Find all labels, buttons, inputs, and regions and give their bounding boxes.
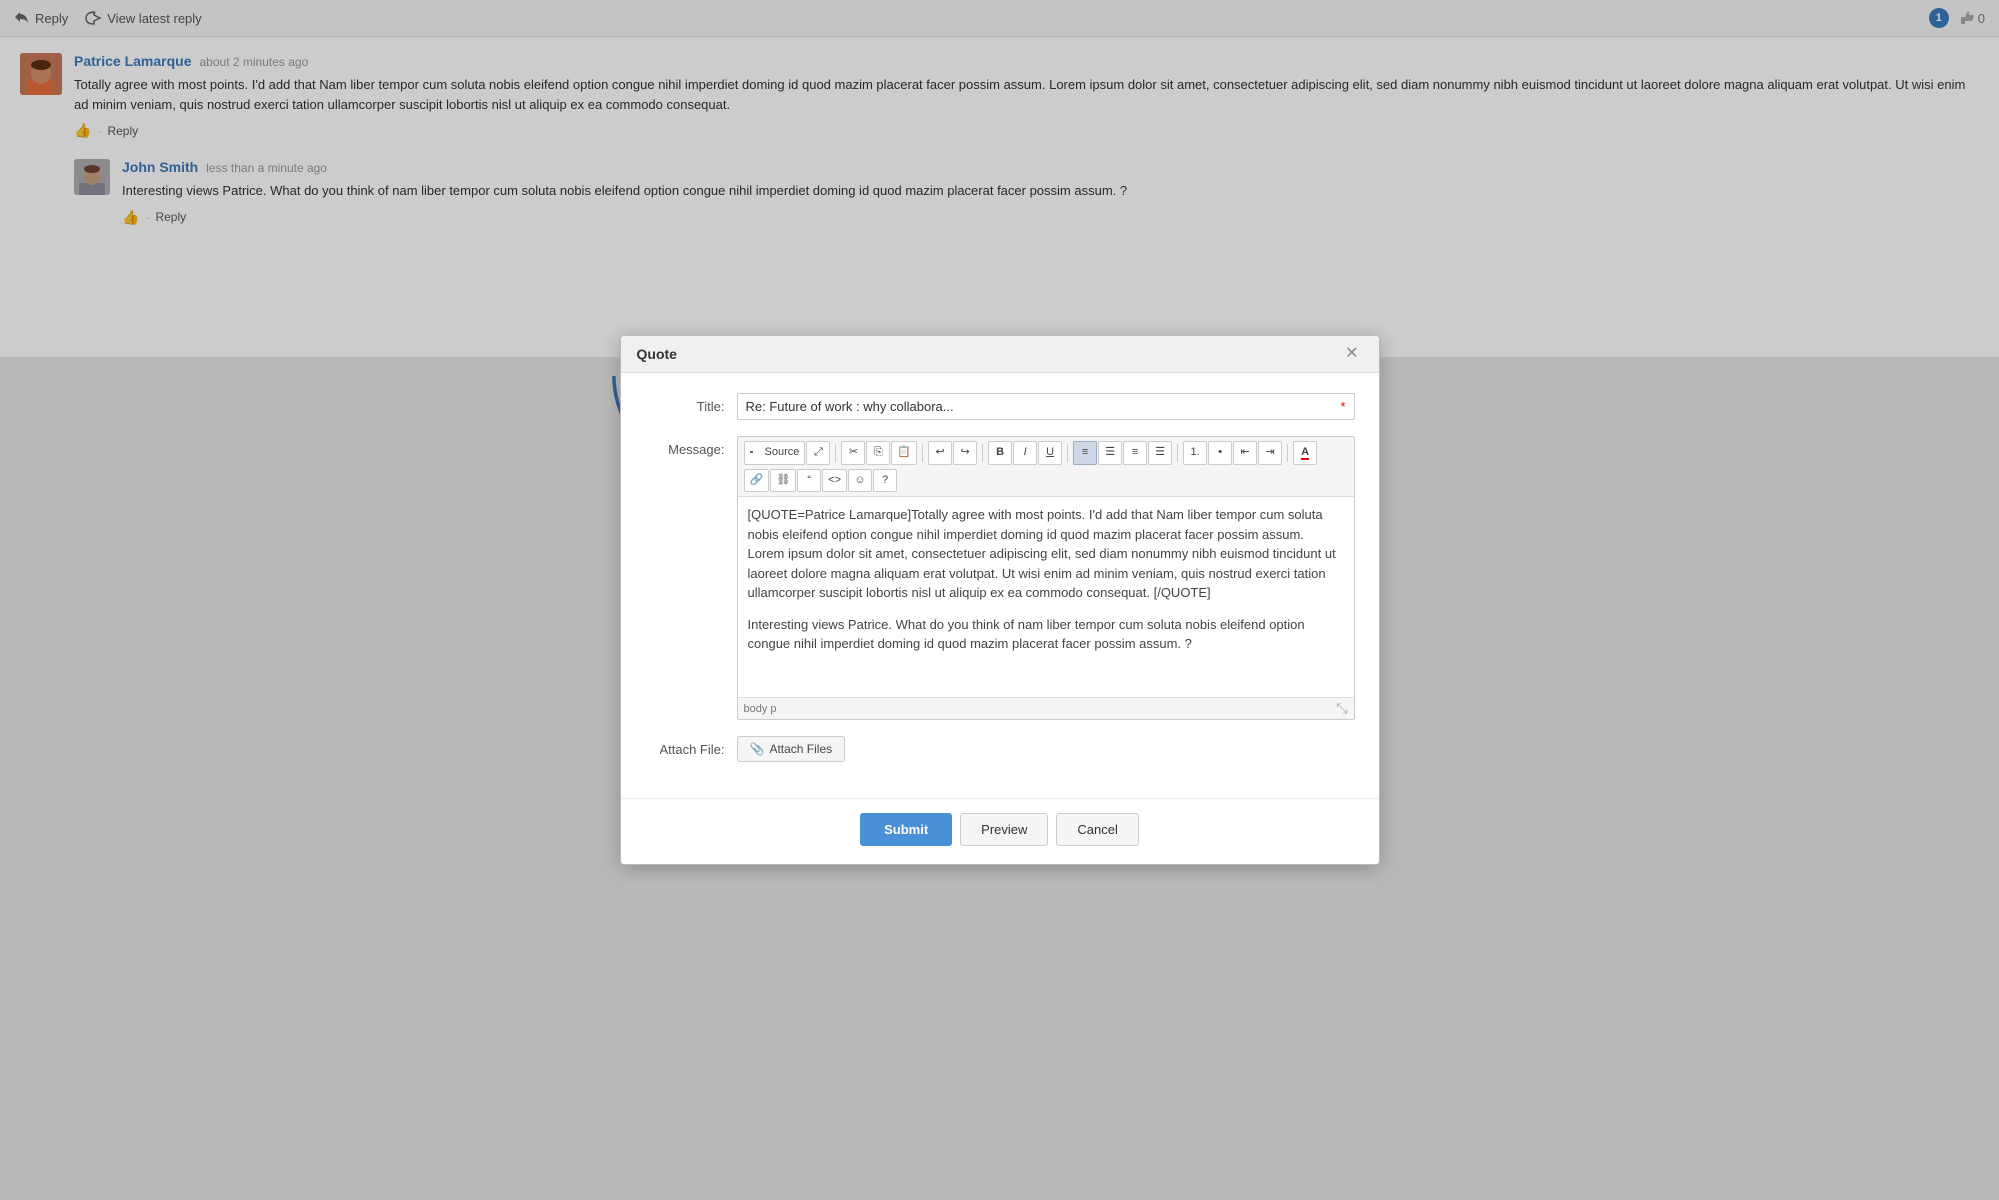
paste-btn[interactable]: 📋 xyxy=(891,441,917,465)
attach-btn-label: Attach Files xyxy=(769,742,832,756)
expand-btn[interactable]: ⤢ xyxy=(806,441,830,465)
toolbar-sep-5 xyxy=(1177,444,1178,462)
bold-btn[interactable]: B xyxy=(988,441,1012,465)
modal-body: Title: * Message: xyxy=(621,373,1379,798)
message-label: Message: xyxy=(645,436,725,457)
toolbar-sep-2 xyxy=(922,444,923,462)
resize-handle[interactable]: ⤡ xyxy=(1336,700,1347,717)
editor-wrap: Source ⤢ ✂ ⎘ 📋 xyxy=(737,436,1355,720)
attach-files-button[interactable]: 📎 Attach Files xyxy=(737,736,846,762)
toolbar-row-1: Source ⤢ ✂ ⎘ 📋 xyxy=(744,441,1348,465)
emoji-btn[interactable]: ☺ xyxy=(848,469,872,493)
toolbar-group-link: 🔗 ⛓ “ <> ☺ ? xyxy=(744,469,898,493)
editor-content-area[interactable]: [QUOTE=Patrice Lamarque]Totally agree wi… xyxy=(738,497,1354,697)
italic-btn[interactable]: I xyxy=(1013,441,1037,465)
editor-toolbar: Source ⤢ ✂ ⎘ 📋 xyxy=(738,437,1354,497)
quote-btn[interactable]: “ xyxy=(797,469,821,493)
indent-increase-btn[interactable]: ⇥ xyxy=(1258,441,1282,465)
indent-decrease-btn[interactable]: ⇤ xyxy=(1233,441,1257,465)
align-left-btn[interactable]: ≡ xyxy=(1073,441,1097,465)
modal-footer: Submit Preview Cancel xyxy=(621,798,1379,864)
help-btn[interactable]: ? xyxy=(873,469,897,493)
toolbar-row-2: 🔗 ⛓ “ <> ☺ ? xyxy=(744,469,1348,493)
submit-button[interactable]: Submit xyxy=(860,813,952,846)
redo-btn[interactable]: ↪ xyxy=(953,441,977,465)
undo-btn[interactable]: ↩ xyxy=(928,441,952,465)
unlink-btn[interactable]: ⛓ xyxy=(770,469,796,493)
title-label: Title: xyxy=(645,393,725,414)
editor-statusbar: body p ⤡ xyxy=(738,697,1354,719)
quote-modal: Quote ✕ Title: * Message: xyxy=(620,335,1380,865)
copy-btn[interactable]: ⎘ xyxy=(866,441,890,465)
paperclip-icon: 📎 xyxy=(750,742,765,756)
editor: Source ⤢ ✂ ⎘ 📋 xyxy=(737,436,1355,720)
ul-btn[interactable]: • xyxy=(1208,441,1232,465)
align-right-btn[interactable]: ≡ xyxy=(1123,441,1147,465)
modal-overlay: Quote ✕ Title: * Message: xyxy=(0,0,1999,1200)
toolbar-group-align: ≡ ☰ ≡ ☰ xyxy=(1073,441,1172,465)
cancel-button[interactable]: Cancel xyxy=(1056,813,1138,846)
attach-label: Attach File: xyxy=(645,736,725,757)
modal-title: Quote xyxy=(637,346,677,362)
title-input[interactable] xyxy=(746,399,1335,414)
toolbar-sep-4 xyxy=(1067,444,1068,462)
attach-control-wrap: 📎 Attach Files xyxy=(737,736,1355,762)
modal-close-button[interactable]: ✕ xyxy=(1341,346,1362,362)
message-row: Message: Source ⤢ xyxy=(645,436,1355,720)
title-field-wrap: * xyxy=(737,393,1355,420)
editor-quote-text: [QUOTE=Patrice Lamarque]Totally agree wi… xyxy=(748,505,1344,603)
toolbar-group-format: B I U xyxy=(988,441,1062,465)
align-center-btn[interactable]: ☰ xyxy=(1098,441,1122,465)
font-color-btn[interactable]: A xyxy=(1293,441,1317,465)
title-input-container: * xyxy=(737,393,1355,420)
statusbar-path: body p xyxy=(744,703,777,715)
editor-reply-text: Interesting views Patrice. What do you t… xyxy=(748,615,1344,654)
toolbar-sep-1 xyxy=(835,444,836,462)
toolbar-group-undo: ↩ ↪ xyxy=(928,441,977,465)
modal-header: Quote ✕ xyxy=(621,336,1379,373)
align-justify-btn[interactable]: ☰ xyxy=(1148,441,1172,465)
underline-btn[interactable]: U xyxy=(1038,441,1062,465)
source-btn[interactable]: Source xyxy=(744,441,806,465)
attach-row: Attach File: 📎 Attach Files xyxy=(645,736,1355,762)
toolbar-group-source: Source ⤢ xyxy=(744,441,831,465)
code-btn[interactable]: <> xyxy=(822,469,847,493)
preview-button[interactable]: Preview xyxy=(960,813,1048,846)
toolbar-group-cut: ✂ ⎘ 📋 xyxy=(841,441,917,465)
title-row: Title: * xyxy=(645,393,1355,420)
cut-btn[interactable]: ✂ xyxy=(841,441,865,465)
toolbar-sep-3 xyxy=(982,444,983,462)
toolbar-group-color: A xyxy=(1293,441,1317,465)
toolbar-group-list: 1. • ⇤ ⇥ xyxy=(1183,441,1282,465)
ol-btn[interactable]: 1. xyxy=(1183,441,1207,465)
title-required: * xyxy=(1340,399,1345,414)
toolbar-sep-6 xyxy=(1287,444,1288,462)
link-btn[interactable]: 🔗 xyxy=(744,469,770,493)
source-icon xyxy=(750,446,762,458)
